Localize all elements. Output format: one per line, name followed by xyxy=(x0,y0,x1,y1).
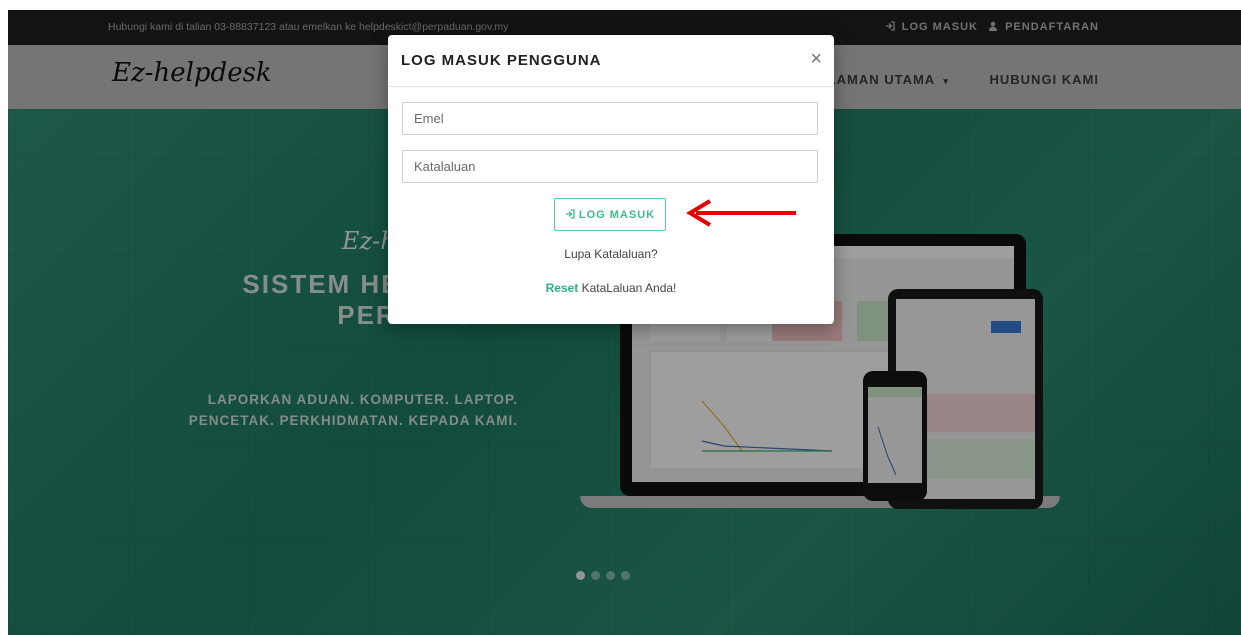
email-field[interactable] xyxy=(402,102,818,135)
password-field[interactable] xyxy=(402,150,818,183)
sign-in-icon xyxy=(565,208,575,219)
close-icon[interactable]: × xyxy=(810,48,822,71)
login-modal: LOG MASUK PENGGUNA × LOG MASUK Lupa Kata… xyxy=(388,35,834,324)
login-button[interactable]: LOG MASUK xyxy=(554,198,666,231)
modal-header: LOG MASUK PENGGUNA × xyxy=(388,35,834,87)
red-arrow-annotation xyxy=(686,199,796,227)
modal-title: LOG MASUK PENGGUNA xyxy=(401,52,602,69)
reset-text: KataLaluan Anda! xyxy=(581,281,677,295)
forgot-password-link[interactable]: Lupa Katalaluan? xyxy=(388,247,834,261)
page: Hubungi kami di talian 03-88837123 atau … xyxy=(8,10,1241,635)
reset-link[interactable]: Reset xyxy=(546,281,579,295)
reset-password-line: Reset KataLaluan Anda! xyxy=(388,281,834,295)
